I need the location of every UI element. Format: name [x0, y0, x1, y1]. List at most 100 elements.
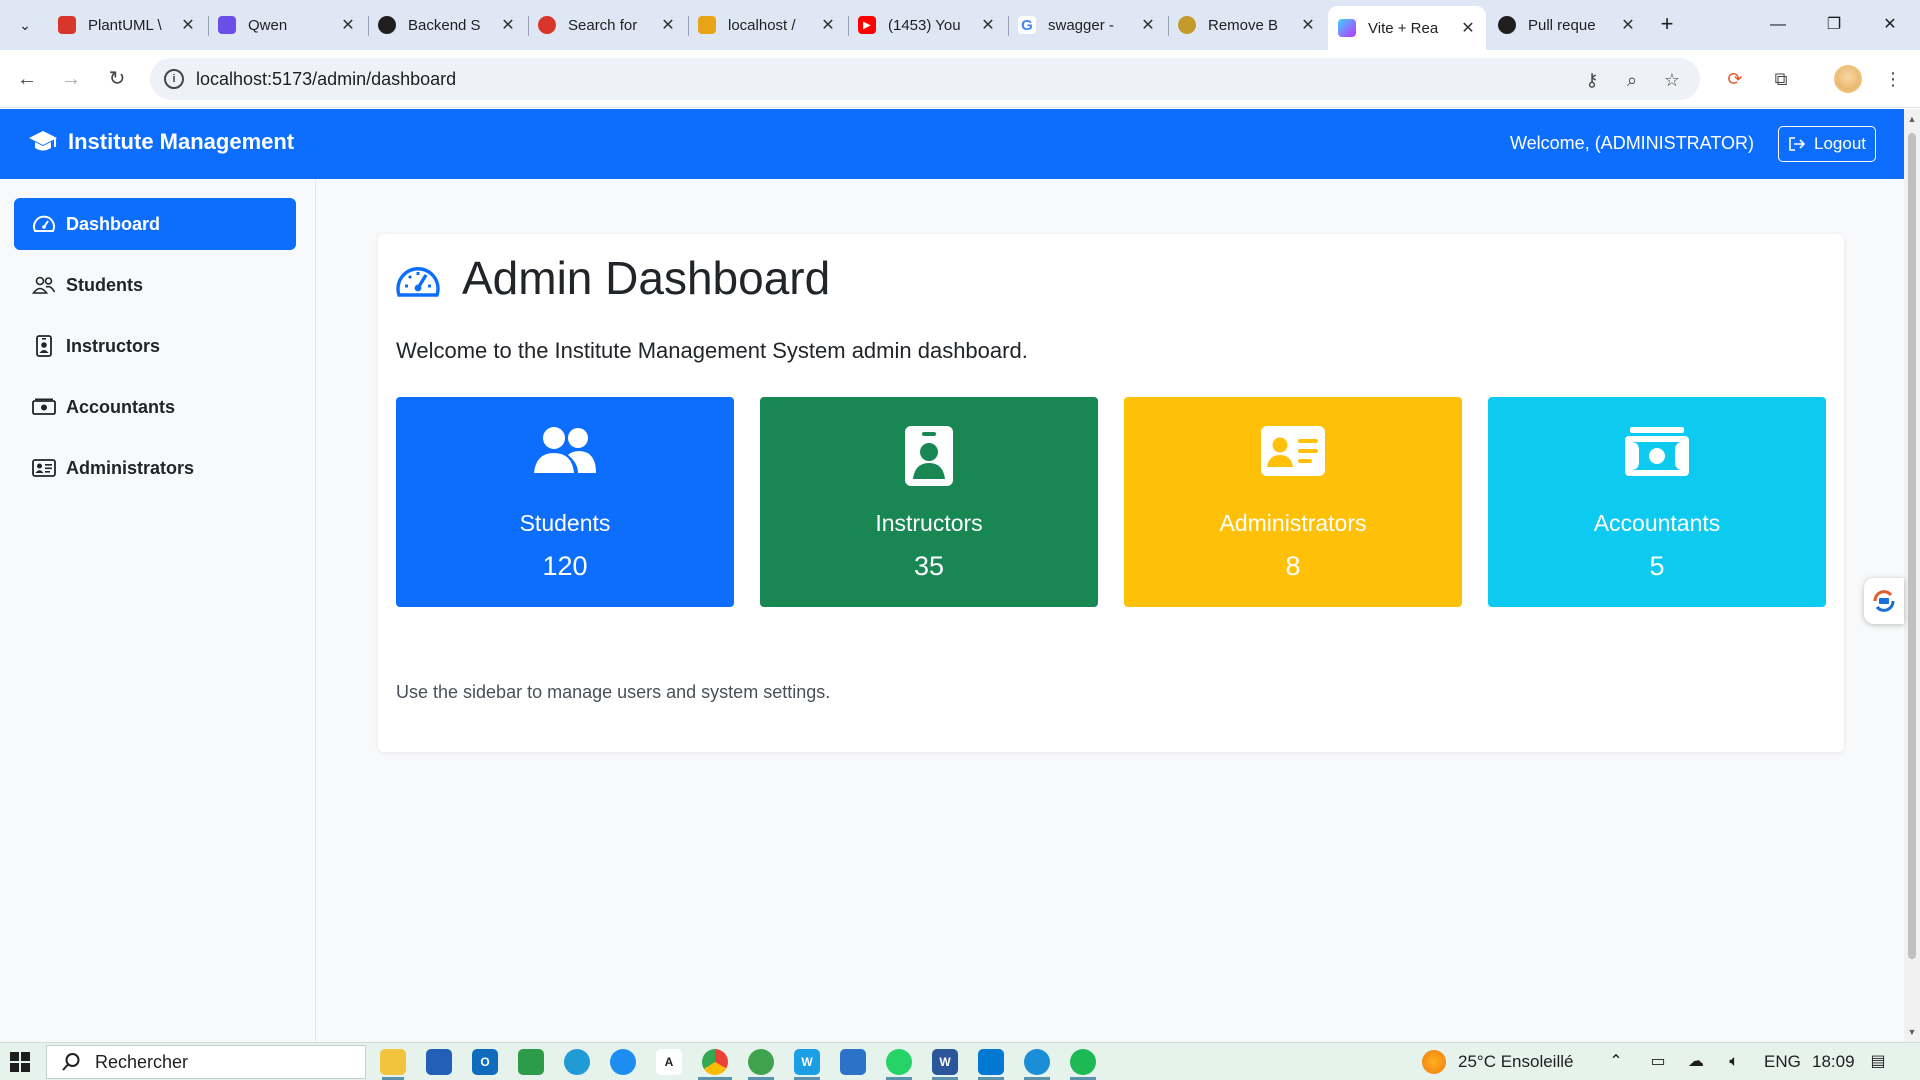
tab-title: Pull reque: [1528, 16, 1596, 34]
translate-widget-button[interactable]: [1864, 578, 1904, 624]
logout-icon: [1789, 137, 1806, 151]
browser-tab-active[interactable]: Vite + Rea ✕: [1328, 6, 1486, 50]
bookmark-star-icon[interactable]: ☆: [1660, 68, 1684, 92]
calendar-app-icon[interactable]: [840, 1049, 866, 1075]
whatsapp-icon[interactable]: [886, 1049, 912, 1075]
windows-start-icon[interactable]: [10, 1052, 30, 1072]
taskbar-search-input[interactable]: Rechercher: [46, 1045, 366, 1079]
sidebar-item-administrators[interactable]: Administrators: [14, 442, 296, 494]
sidebar-item-students[interactable]: Students: [14, 259, 296, 311]
edge-icon[interactable]: [564, 1049, 590, 1075]
profile-avatar[interactable]: [1834, 65, 1862, 93]
cash-icon: [32, 398, 56, 415]
chrome-icon[interactable]: [702, 1049, 728, 1075]
scroll-thumb[interactable]: [1908, 133, 1916, 959]
word-icon[interactable]: W: [932, 1049, 958, 1075]
notes-app-icon[interactable]: [610, 1049, 636, 1075]
sidebar-item-accountants[interactable]: Accountants: [14, 381, 296, 433]
sync-icon: [1873, 590, 1895, 612]
phpmyadmin-icon: [698, 16, 716, 34]
mysql-workbench-icon[interactable]: [1024, 1049, 1050, 1075]
dashboard-card: Admin Dashboard Welcome to the Institute…: [378, 234, 1844, 752]
browser-tab[interactable]: Pull reque ✕: [1488, 8, 1646, 42]
logout-button[interactable]: Logout: [1778, 126, 1876, 162]
close-window-button[interactable]: ✕: [1870, 10, 1910, 40]
extension-sync-icon[interactable]: ⟳: [1720, 64, 1750, 94]
vscode-icon[interactable]: [978, 1049, 1004, 1075]
sidebar-item-label: Administrators: [66, 457, 195, 478]
microsoft-store-icon[interactable]: [426, 1049, 452, 1075]
battery-icon[interactable]: ▭: [1646, 1050, 1670, 1074]
tab-title: Remove B: [1208, 16, 1279, 34]
sidebar-item-dashboard[interactable]: Dashboard: [14, 198, 296, 250]
ai-app-icon[interactable]: A: [656, 1049, 682, 1075]
close-icon[interactable]: ✕: [820, 15, 836, 35]
browser-tab[interactable]: Backend S ✕: [368, 8, 526, 42]
close-icon[interactable]: ✕: [180, 15, 196, 35]
scroll-up-arrow[interactable]: ▲: [1904, 111, 1920, 127]
zoom-icon[interactable]: ⌕: [1620, 68, 1644, 92]
browser-tab[interactable]: Qwen ✕: [208, 8, 366, 42]
language-indicator[interactable]: ENG: [1764, 1052, 1801, 1072]
close-icon[interactable]: ✕: [1460, 18, 1476, 38]
reload-button[interactable]: ↻: [102, 64, 132, 94]
close-icon[interactable]: ✕: [980, 15, 996, 35]
browser-tab[interactable]: Search for ✕: [528, 8, 686, 42]
stat-card-administrators[interactable]: Administrators 8: [1124, 397, 1462, 607]
tray-chevron-up-icon[interactable]: ⌃: [1604, 1050, 1628, 1074]
browser-tab[interactable]: ▶ (1453) You ✕: [848, 8, 1006, 42]
person-badge-fill-icon: [760, 425, 1098, 487]
url-text[interactable]: localhost:5173/admin/dashboard: [196, 69, 456, 90]
file-explorer-icon[interactable]: [380, 1049, 406, 1075]
tab-search-button[interactable]: ⌄: [10, 10, 40, 40]
weather-sun-icon[interactable]: [1422, 1050, 1446, 1074]
stat-value: 120: [542, 551, 588, 581]
clock-time[interactable]: 18:09: [1812, 1052, 1855, 1072]
close-icon[interactable]: ✕: [500, 15, 516, 35]
forward-button[interactable]: →: [56, 64, 86, 94]
scroll-down-arrow[interactable]: ▼: [1904, 1024, 1920, 1040]
close-icon[interactable]: ✕: [1620, 15, 1636, 35]
stat-value: 8: [1285, 551, 1301, 581]
search-favicon: [538, 16, 556, 34]
browser-tab[interactable]: localhost / ✕: [688, 8, 846, 42]
speaker-icon[interactable]: 🔈︎: [1722, 1050, 1746, 1074]
openai-icon: [378, 16, 396, 34]
teams-app-icon[interactable]: W: [794, 1049, 820, 1075]
address-bar[interactable]: i localhost:5173/admin/dashboard ⚷ ⌕ ☆: [150, 58, 1700, 100]
site-info-icon[interactable]: i: [164, 69, 184, 89]
browser-menu-icon[interactable]: ⋮: [1878, 64, 1908, 94]
password-key-icon[interactable]: ⚷: [1580, 68, 1604, 92]
spring-tool-icon[interactable]: [748, 1049, 774, 1075]
taskbar-search-placeholder: Rechercher: [95, 1051, 189, 1072]
new-tab-button[interactable]: +: [1652, 10, 1682, 40]
vite-icon: [1338, 19, 1356, 37]
browser-tab[interactable]: Remove B ✕: [1168, 8, 1326, 42]
stat-card-accountants[interactable]: Accountants 5: [1488, 397, 1826, 607]
sidebar-item-label: Dashboard: [66, 213, 161, 234]
close-icon[interactable]: ✕: [1140, 15, 1156, 35]
sidebar-item-instructors[interactable]: Instructors: [14, 320, 296, 372]
close-icon[interactable]: ✕: [660, 15, 676, 35]
notifications-icon[interactable]: ▤: [1866, 1050, 1890, 1074]
cash-stack-icon: [1488, 425, 1826, 477]
weather-text[interactable]: 25°C Ensoleillé: [1458, 1052, 1573, 1072]
minimize-button[interactable]: —: [1758, 10, 1798, 40]
brand[interactable]: Institute Management: [28, 129, 294, 155]
back-button[interactable]: ←: [12, 64, 42, 94]
close-icon[interactable]: ✕: [340, 15, 356, 35]
onedrive-cloud-icon[interactable]: ☁: [1684, 1050, 1708, 1074]
brand-title: Institute Management: [68, 129, 295, 154]
browser-tab[interactable]: G swagger - ✕: [1008, 8, 1166, 42]
stat-card-instructors[interactable]: Instructors 35: [760, 397, 1098, 607]
photos-app-icon[interactable]: [518, 1049, 544, 1075]
page-scrollbar[interactable]: ▲ ▼: [1904, 109, 1920, 1042]
browser-tab[interactable]: PlantUML \ ✕: [48, 8, 206, 42]
close-icon[interactable]: ✕: [1300, 15, 1316, 35]
restore-button[interactable]: ❐: [1814, 10, 1854, 40]
speedometer-icon: [33, 215, 55, 232]
stat-card-students[interactable]: Students 120: [396, 397, 734, 607]
outlook-icon[interactable]: O: [472, 1049, 498, 1075]
spotify-icon[interactable]: [1070, 1049, 1096, 1075]
extensions-puzzle-icon[interactable]: ⧉: [1766, 64, 1796, 94]
